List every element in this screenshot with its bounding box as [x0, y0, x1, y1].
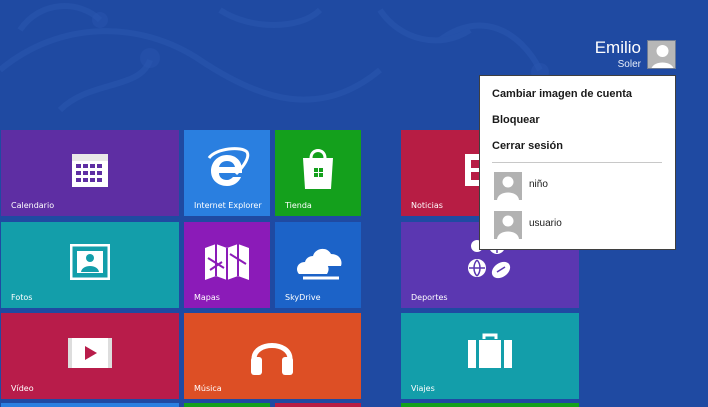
tile-label: Tienda	[285, 201, 312, 210]
account-menu: Cambiar imagen de cuenta Bloquear Cerrar…	[479, 75, 676, 250]
account-name: niño	[529, 179, 548, 190]
tile-partial[interactable]	[401, 403, 579, 407]
tile-partial[interactable]	[184, 403, 270, 407]
map-icon	[205, 244, 249, 280]
tile-label: Vídeo	[11, 384, 34, 393]
tile-musica[interactable]: Música	[184, 313, 361, 399]
tile-label: Noticias	[411, 201, 443, 210]
headphones-icon	[251, 343, 293, 375]
tile-label: Internet Explorer	[194, 201, 262, 210]
cloud-icon	[297, 248, 342, 280]
video-play-icon	[68, 338, 112, 368]
change-account-picture-item[interactable]: Cambiar imagen de cuenta	[492, 88, 632, 100]
tile-partial[interactable]	[275, 403, 361, 407]
account-name: usuario	[529, 218, 562, 229]
user-account-header[interactable]: Emilio Soler	[560, 38, 678, 72]
menu-divider	[492, 162, 662, 163]
suitcase-icon	[468, 333, 512, 368]
tile-viajes[interactable]: Viajes	[401, 313, 579, 399]
sign-out-item[interactable]: Cerrar sesión	[492, 140, 563, 152]
internet-explorer-icon	[207, 147, 250, 186]
user-first-name: Emilio	[594, 38, 641, 57]
tile-video[interactable]: Vídeo	[1, 313, 179, 399]
tile-label: Mapas	[194, 293, 220, 302]
shopping-bag-icon	[303, 149, 333, 189]
switch-account-usuario[interactable]: usuario	[492, 211, 662, 243]
tile-tienda[interactable]: Tienda	[275, 130, 361, 216]
tile-label: Viajes	[411, 384, 435, 393]
tile-mapas[interactable]: Mapas	[184, 222, 270, 308]
tile-label: Fotos	[11, 293, 33, 302]
tile-label: Calendario	[11, 201, 55, 210]
user-last-name: Soler	[617, 59, 641, 70]
switch-account-nino[interactable]: niño	[492, 172, 662, 204]
tile-label: SkyDrive	[285, 293, 321, 302]
tile-label: Deportes	[411, 293, 448, 302]
tile-fotos[interactable]: Fotos	[1, 222, 179, 308]
tile-partial[interactable]	[1, 403, 179, 407]
calendar-icon	[72, 154, 108, 187]
person-silhouette-icon	[494, 172, 522, 200]
tile-skydrive[interactable]: SkyDrive	[275, 222, 361, 308]
tile-calendario[interactable]: Calendario	[1, 130, 179, 216]
tile-label: Música	[194, 384, 222, 393]
photo-icon	[70, 244, 110, 280]
person-silhouette-icon	[494, 211, 522, 239]
lock-item[interactable]: Bloquear	[492, 114, 540, 126]
person-silhouette-icon	[647, 40, 676, 69]
tile-internet-explorer[interactable]: Internet Explorer	[184, 130, 270, 216]
